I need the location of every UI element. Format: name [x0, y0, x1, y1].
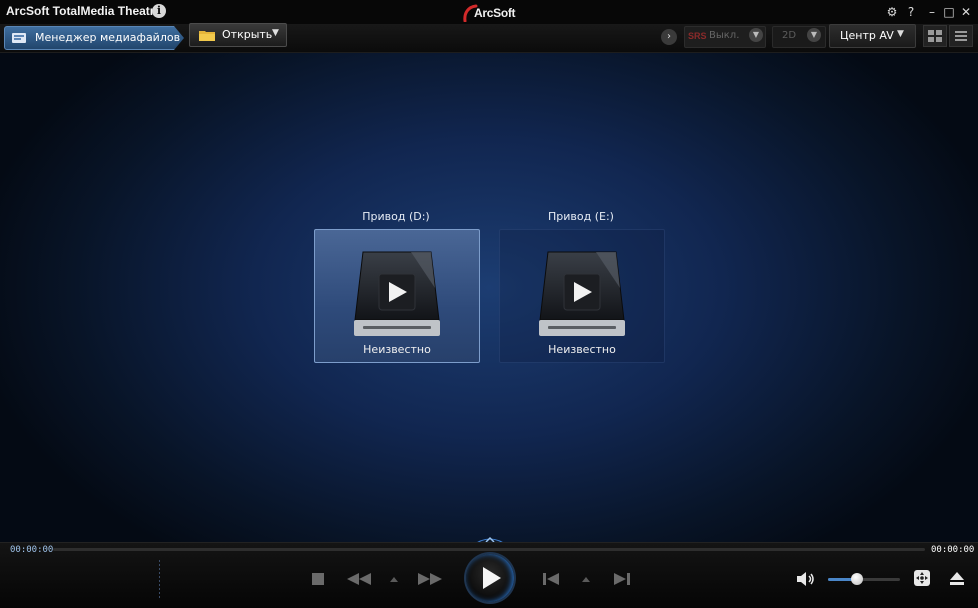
- srs-label: Выкл.: [709, 30, 740, 41]
- volume-icon[interactable]: [795, 571, 815, 587]
- volume-knob[interactable]: [850, 573, 863, 585]
- chevron-down-icon: ▼: [897, 29, 904, 39]
- play-button[interactable]: [466, 554, 514, 602]
- seek-bar[interactable]: [53, 548, 925, 551]
- optical-drive-icon: [354, 251, 440, 336]
- list-view-button[interactable]: [949, 25, 973, 47]
- folder-icon: [199, 31, 215, 41]
- app-title: ArcSoft TotalMedia Theatre: [6, 4, 162, 18]
- stop-icon[interactable]: [310, 571, 326, 587]
- settings-icon[interactable]: ⚙: [884, 4, 900, 20]
- close-button[interactable]: ✕: [958, 4, 974, 20]
- mode-dropdown-icon[interactable]: ▼: [807, 28, 821, 42]
- play-icon: [483, 567, 501, 589]
- info-icon[interactable]: i: [152, 4, 166, 18]
- optical-drive-icon: [539, 251, 625, 336]
- drive-status-d: Неизвестно: [363, 343, 431, 356]
- media-manager-icon: [12, 33, 26, 43]
- total-time: 00:00:00: [931, 545, 975, 555]
- brand-name: ArcSoft: [474, 6, 516, 20]
- mode-2d-label: 2D: [782, 30, 797, 41]
- next-chapter-icon[interactable]: [612, 571, 632, 587]
- srs-dropdown-icon[interactable]: ▼: [749, 28, 763, 42]
- maximize-button[interactable]: □: [941, 4, 957, 20]
- open-label: Открыть: [222, 28, 273, 41]
- chapter-menu-up-icon[interactable]: [581, 575, 591, 583]
- drive-label-e: Привод (E:): [548, 210, 614, 223]
- drive-label-d: Привод (D:): [362, 210, 430, 223]
- grid-view-button[interactable]: [923, 25, 947, 47]
- chevron-down-icon: ▼: [272, 28, 279, 38]
- open-button[interactable]: Открыть ▼: [189, 23, 287, 47]
- elapsed-time: 00:00:00: [10, 545, 54, 555]
- drive-status-e: Неизвестно: [548, 343, 616, 356]
- srs-logo: SRS: [688, 31, 707, 41]
- list-view-icon: [955, 31, 967, 41]
- drive-tile-d[interactable]: Неизвестно: [314, 229, 480, 363]
- av-center-label: Центр AV: [840, 29, 894, 42]
- volume-slider[interactable]: [828, 573, 900, 585]
- drive-tile-e[interactable]: Неизвестно: [499, 229, 665, 363]
- title-bar: ArcSoft TotalMedia Theatre i ArcSoft ⚙ ?…: [0, 0, 978, 24]
- divider: [159, 560, 160, 600]
- media-browser: Привод (D:) Неизвестно Привод (E:) Неизв…: [0, 53, 978, 542]
- grid-view-icon: [928, 30, 942, 42]
- rewind-speed-up-icon[interactable]: [389, 575, 399, 583]
- rewind-icon[interactable]: [345, 571, 373, 587]
- help-button[interactable]: ?: [903, 4, 919, 20]
- chevron-right-icon[interactable]: ›: [661, 29, 677, 45]
- previous-chapter-icon[interactable]: [541, 571, 561, 587]
- breadcrumb-label: Менеджер медиафайлов: [35, 31, 181, 44]
- minimize-button[interactable]: –: [924, 4, 940, 20]
- navigation-pad-icon[interactable]: [913, 569, 931, 587]
- av-center-dropdown[interactable]: Центр AV ▼: [829, 24, 916, 48]
- fast-forward-icon[interactable]: [416, 571, 444, 587]
- eject-icon[interactable]: [948, 570, 966, 588]
- breadcrumb-media-manager[interactable]: Менеджер медиафайлов: [4, 26, 184, 50]
